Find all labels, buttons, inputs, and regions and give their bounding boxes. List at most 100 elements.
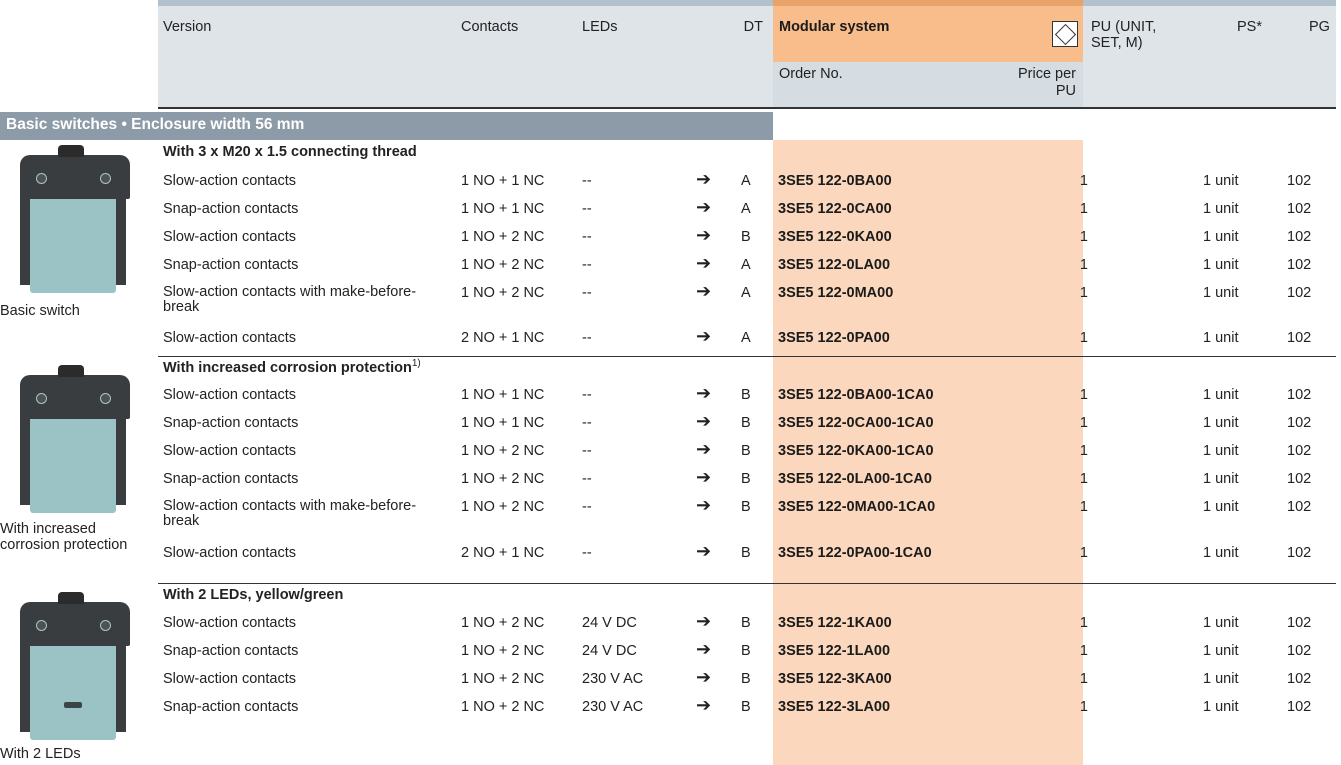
order-number-cell: 3SE5 122-0KA00: [778, 229, 892, 245]
table-header-top-rule: [158, 0, 1336, 6]
order-number-cell: 3SE5 122-0LA00-1CA0: [778, 471, 932, 487]
version-cell: Slow-action contacts: [163, 671, 296, 687]
ps-cell: 1 unit: [1203, 330, 1239, 346]
group-title: With 2 LEDs, yellow/green: [163, 587, 344, 603]
leds-cell: 230 V AC: [582, 671, 644, 687]
delivery-time-cell: B: [741, 615, 751, 631]
leds-cell: --: [582, 201, 592, 217]
delivery-time-cell: B: [741, 471, 751, 487]
modular-system-gap: [773, 108, 1083, 140]
order-number-cell: 3SE5 122-0PA00: [778, 330, 890, 346]
section-title: Basic switches • Enclosure width 56 mm: [6, 116, 305, 133]
leds-cell: --: [582, 257, 592, 273]
pg-cell: 102: [1287, 229, 1312, 245]
order-number-cell: 3SE5 122-0KA00-1CA0: [778, 443, 934, 459]
circle-arrow-right-icon: ➔: [696, 225, 712, 245]
order-number-cell: 3SE5 122-3KA00: [778, 671, 892, 687]
circle-arrow-right-icon: ➔: [696, 541, 712, 561]
leds-cell: --: [582, 173, 592, 189]
leds-cell: --: [582, 330, 592, 346]
contacts-cell: 1 NO + 2 NC: [461, 471, 545, 487]
delivery-time-cell: A: [741, 330, 751, 346]
pu-cell: 1: [1079, 387, 1088, 403]
contacts-cell: 1 NO + 1 NC: [461, 387, 545, 403]
column-header-price: Price per PU: [1017, 66, 1076, 99]
circle-arrow-right-icon: ➔: [696, 169, 712, 189]
contacts-cell: 1 NO + 2 NC: [461, 229, 545, 245]
pg-cell: 102: [1287, 545, 1312, 561]
table-row: Slow-action contacts with make-before-br…: [0, 281, 1341, 315]
circle-arrow-right-icon: ➔: [696, 695, 712, 715]
pg-cell: 102: [1287, 443, 1312, 459]
pg-cell: 102: [1287, 387, 1312, 403]
leds-cell: 24 V DC: [582, 643, 637, 659]
pg-cell: 102: [1287, 201, 1312, 217]
contacts-cell: 1 NO + 2 NC: [461, 615, 545, 631]
pg-cell: 102: [1287, 330, 1312, 346]
circle-arrow-right-icon: ➔: [696, 253, 712, 273]
delivery-time-cell: B: [741, 229, 751, 245]
pg-cell: 102: [1287, 643, 1312, 659]
version-cell: Slow-action contacts: [163, 229, 296, 245]
pu-cell: 1: [1079, 229, 1088, 245]
order-number-cell: 3SE5 122-0CA00-1CA0: [778, 415, 934, 431]
column-header-order-no: Order No.: [779, 66, 843, 82]
footnote-marker: 1): [411, 358, 421, 369]
circle-arrow-right-icon: ➔: [696, 383, 712, 403]
pu-cell: 1: [1079, 671, 1088, 687]
delivery-time-cell: A: [741, 173, 751, 189]
ps-cell: 1 unit: [1203, 443, 1239, 459]
ps-cell: 1 unit: [1203, 173, 1239, 189]
table-row: Slow-action contacts 1 NO + 2 NC -- ➔ B 3SE5 …: [0, 439, 1341, 471]
ps-cell: 1 unit: [1203, 257, 1239, 273]
circle-arrow-right-icon: ➔: [696, 281, 712, 301]
pu-cell: 1: [1079, 643, 1088, 659]
modular-system-header-top-rule: [773, 0, 1083, 6]
delivery-time-cell: B: [741, 443, 751, 459]
version-cell: Slow-action contacts with make-before-br…: [163, 284, 417, 315]
pu-cell: 1: [1079, 499, 1088, 515]
version-cell: Snap-action contacts: [163, 471, 299, 487]
pu-cell: 1: [1079, 699, 1088, 715]
pu-cell: 1: [1079, 201, 1088, 217]
version-cell: Snap-action contacts: [163, 415, 299, 431]
version-cell: Snap-action contacts: [163, 201, 299, 217]
table-header-divider: [158, 107, 1336, 109]
circle-arrow-right-icon: ➔: [696, 439, 712, 459]
group-title: With increased corrosion protection1): [163, 358, 421, 376]
ps-cell: 1 unit: [1203, 387, 1239, 403]
table-header-background: [158, 0, 1336, 108]
circle-arrow-right-icon: ➔: [696, 197, 712, 217]
contacts-cell: 1 NO + 2 NC: [461, 285, 545, 301]
ps-cell: 1 unit: [1203, 471, 1239, 487]
version-cell: Slow-action contacts: [163, 615, 296, 631]
table-row: Snap-action contacts 1 NO + 1 NC -- ➔ A 3SE5 …: [0, 197, 1341, 229]
delivery-time-cell: B: [741, 387, 751, 403]
contacts-cell: 1 NO + 1 NC: [461, 201, 545, 217]
version-cell: Slow-action contacts: [163, 545, 296, 561]
leds-cell: 230 V AC: [582, 699, 644, 715]
column-header-leds: LEDs: [582, 19, 618, 35]
pu-cell: 1: [1079, 443, 1088, 459]
version-cell: Slow-action contacts: [163, 330, 296, 346]
table-row: Slow-action contacts 1 NO + 2 NC -- ➔ B 3SE5 …: [0, 225, 1341, 257]
ps-cell: 1 unit: [1203, 285, 1239, 301]
version-cell: Snap-action contacts: [163, 643, 299, 659]
column-header-version: Version: [163, 19, 212, 35]
delivery-time-cell: A: [741, 257, 751, 273]
group-title: With 3 x M20 x 1.5 connecting thread: [163, 144, 417, 160]
ps-cell: 1 unit: [1203, 545, 1239, 561]
ps-cell: 1 unit: [1203, 615, 1239, 631]
leds-cell: --: [582, 415, 592, 431]
delivery-time-cell: B: [741, 699, 751, 715]
table-row: Snap-action contacts 1 NO + 2 NC 230 V AC ➔…: [0, 695, 1341, 727]
pu-cell: 1: [1079, 471, 1088, 487]
delivery-time-cell: A: [741, 201, 751, 217]
circle-arrow-right-icon: ➔: [696, 326, 712, 346]
delivery-time-cell: B: [741, 415, 751, 431]
diamond-in-square-icon: [1052, 21, 1078, 47]
delivery-time-cell: B: [741, 671, 751, 687]
table-row: Slow-action contacts 2 NO + 1 NC -- ➔ A 3SE5 …: [0, 326, 1341, 358]
order-number-cell: 3SE5 122-1LA00: [778, 643, 891, 659]
contacts-cell: 2 NO + 1 NC: [461, 330, 545, 346]
